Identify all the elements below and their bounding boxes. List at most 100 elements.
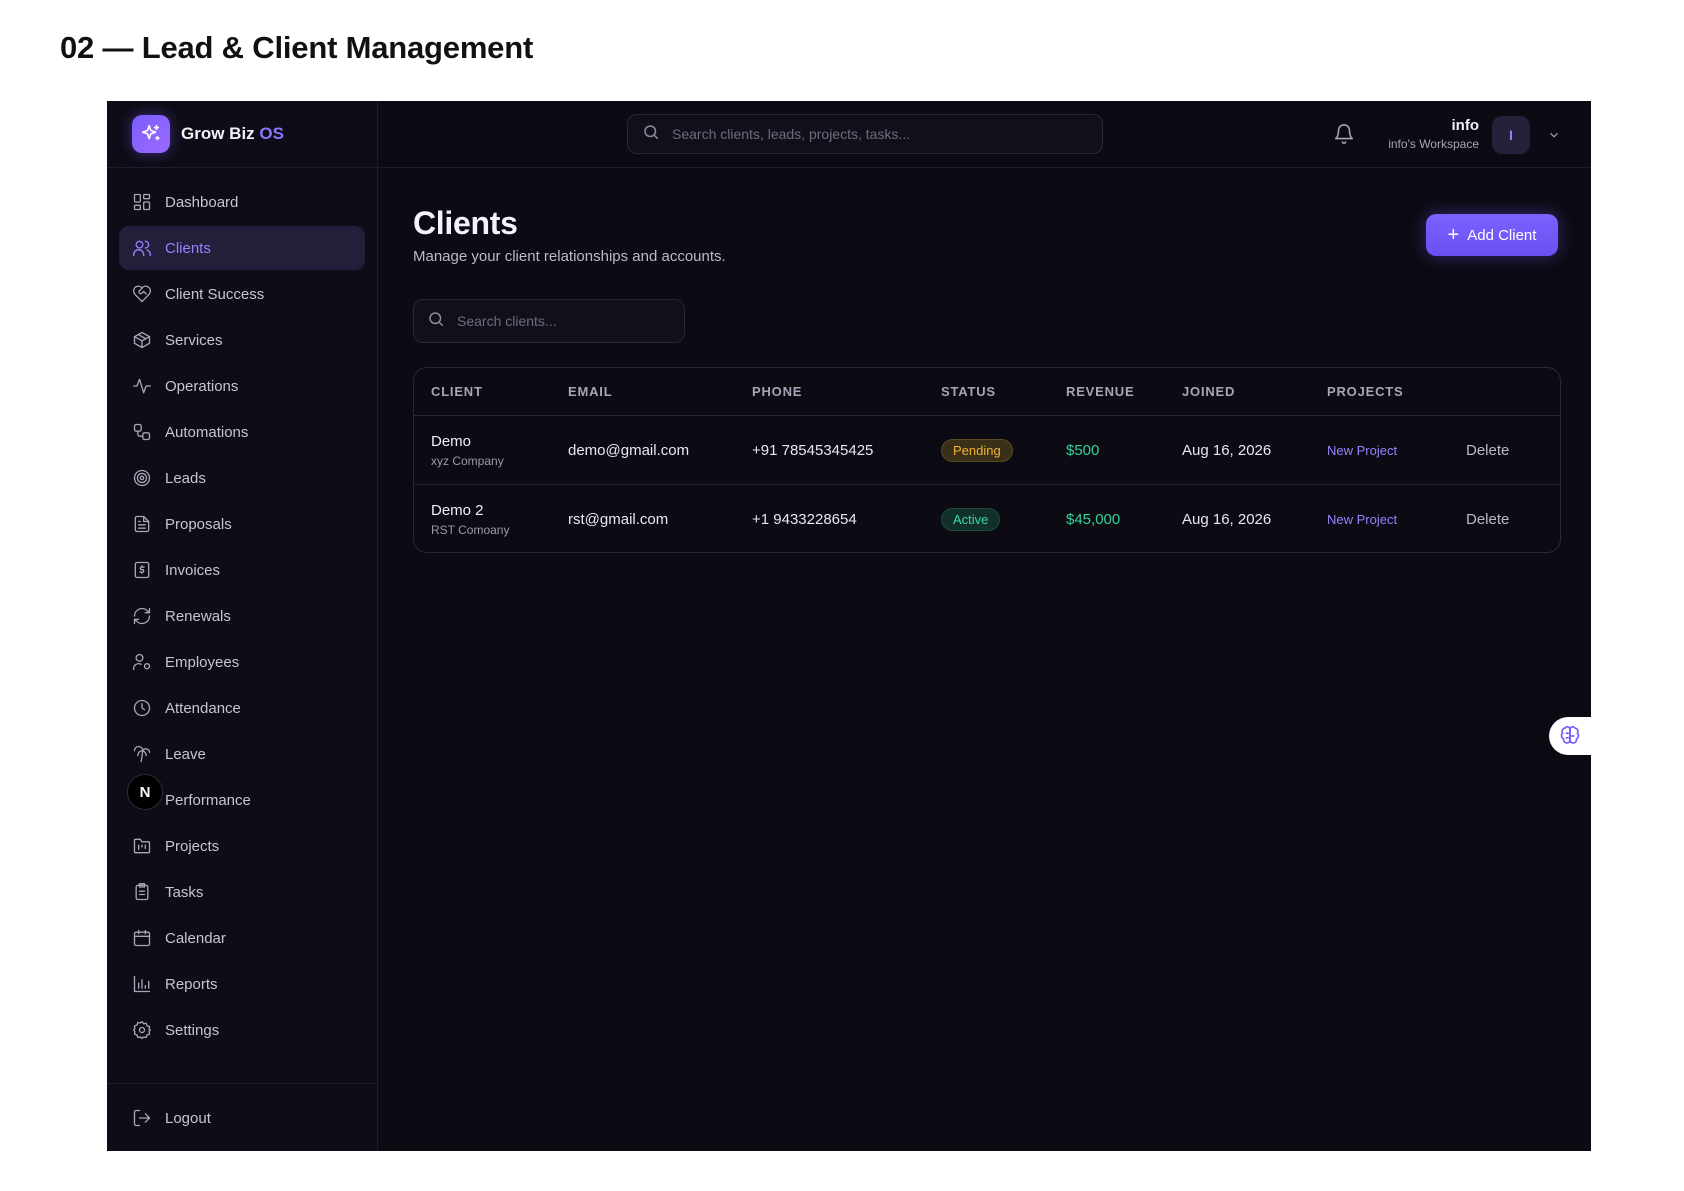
calendar-icon: [131, 927, 153, 949]
sparkle-icon: [132, 115, 170, 153]
user-name: info: [1451, 117, 1480, 134]
add-client-button[interactable]: + Add Client: [1426, 214, 1558, 256]
table-row[interactable]: Demo 2 RST Comoany rst@gmail.com +1 9433…: [414, 485, 1560, 552]
sidebar-item-projects[interactable]: Projects: [119, 824, 365, 868]
palm-tree-icon: [131, 743, 153, 765]
sidebar-item-clients[interactable]: Clients: [119, 226, 365, 270]
global-search[interactable]: [627, 114, 1103, 154]
dashboard-icon: [131, 191, 153, 213]
client-search-input[interactable]: [457, 313, 677, 329]
logout-button[interactable]: Logout: [119, 1096, 366, 1140]
sidebar-item-invoices[interactable]: Invoices: [119, 548, 365, 592]
sidebar-item-dashboard[interactable]: Dashboard: [119, 180, 365, 224]
brain-icon: [1560, 726, 1580, 744]
column-header: STATUS: [941, 384, 996, 399]
sidebar-item-employees[interactable]: Employees: [119, 640, 365, 684]
sidebar-item-proposals[interactable]: Proposals: [119, 502, 365, 546]
client-phone: +91 78545345425: [752, 441, 874, 459]
search-icon: [427, 310, 445, 333]
sidebar-item-services[interactable]: Services: [119, 318, 365, 362]
sidebar-item-operations[interactable]: Operations: [119, 364, 365, 408]
sidebar-item-label: Leads: [165, 469, 206, 487]
global-search-input[interactable]: [672, 126, 1072, 142]
sidebar-item-label: Reports: [165, 975, 218, 993]
main-content: Clients Manage your client relationships…: [378, 168, 1591, 1151]
logout-icon: [131, 1107, 153, 1129]
sidebar-item-label: Services: [165, 331, 223, 349]
client-revenue: $500: [1066, 441, 1100, 459]
sidebar-item-reports[interactable]: Reports: [119, 962, 365, 1006]
sidebar-item-leads[interactable]: Leads: [119, 456, 365, 500]
user-info[interactable]: info info's Workspace: [1388, 117, 1479, 151]
sidebar-item-settings[interactable]: Settings: [119, 1008, 365, 1052]
client-phone: +1 9433228654: [752, 511, 857, 528]
delete-button[interactable]: Delete: [1466, 442, 1509, 459]
brand-accent: OS: [259, 124, 284, 143]
client-joined: Aug 16, 2026: [1182, 511, 1272, 528]
new-project-link[interactable]: New Project: [1327, 512, 1397, 527]
chevron-down-icon[interactable]: [1547, 128, 1561, 147]
column-header: JOINED: [1182, 384, 1236, 399]
refresh-icon: [131, 605, 153, 627]
activity-icon: [131, 375, 153, 397]
status-badge: Active: [941, 508, 1001, 531]
app-window: Grow Biz OS Dashboard Clients Client Suc…: [107, 101, 1591, 1151]
ai-assistant-button[interactable]: [1549, 717, 1591, 755]
logout-label: Logout: [165, 1109, 211, 1127]
sidebar-item-label: Clients: [165, 239, 211, 257]
column-header: PROJECTS: [1327, 384, 1404, 399]
column-header: CLIENT: [431, 384, 483, 399]
sidebar-item-label: Attendance: [165, 699, 241, 717]
clipboard-list-icon: [131, 881, 153, 903]
sidebar-item-label: Settings: [165, 1021, 220, 1039]
sidebar-nav: Dashboard Clients Client Success Service…: [107, 168, 377, 1052]
sidebar-item-label: Invoices: [165, 561, 221, 579]
client-email: rst@gmail.com: [568, 511, 669, 528]
plus-icon: +: [1447, 224, 1460, 246]
brand-name: Grow Biz: [181, 124, 255, 143]
page-title: Clients: [413, 205, 518, 241]
sidebar-item-automations[interactable]: Automations: [119, 410, 365, 454]
n-badge[interactable]: N: [127, 774, 163, 810]
folder-kanban-icon: [131, 835, 153, 857]
column-header: PHONE: [752, 384, 803, 399]
sidebar-item-performance[interactable]: N Performance: [119, 774, 365, 822]
sidebar-item-client-success[interactable]: Client Success: [119, 272, 365, 316]
document-title: 02 — Lead & Client Management: [60, 30, 534, 65]
sidebar-item-calendar[interactable]: Calendar: [119, 916, 365, 960]
clients-table: CLIENT EMAIL PHONE STATUS REVENUE JOINED…: [413, 367, 1561, 553]
receipt-icon: [131, 559, 153, 581]
sidebar-item-label: Renewals: [165, 607, 231, 625]
client-company: RST Comoany: [431, 523, 510, 537]
client-search[interactable]: [413, 299, 685, 343]
client-name: Demo 2: [431, 502, 484, 519]
users-icon: [131, 237, 153, 259]
sidebar-item-label: Client Success: [165, 285, 265, 303]
sidebar-item-label: Operations: [165, 377, 239, 395]
sidebar: Grow Biz OS Dashboard Clients Client Suc…: [107, 101, 378, 1151]
client-joined: Aug 16, 2026: [1182, 441, 1272, 459]
sidebar-item-tasks[interactable]: Tasks: [119, 870, 365, 914]
avatar[interactable]: I: [1492, 116, 1530, 154]
brand[interactable]: Grow Biz OS: [107, 101, 377, 168]
sidebar-item-label: Employees: [165, 653, 240, 671]
column-header: EMAIL: [568, 384, 613, 399]
new-project-link[interactable]: New Project: [1327, 443, 1397, 458]
table-row[interactable]: Demo xyz Company demo@gmail.com +91 7854…: [414, 416, 1560, 485]
clock-icon: [131, 697, 153, 719]
sidebar-item-label: Projects: [165, 837, 220, 855]
sidebar-item-leave[interactable]: Leave: [119, 732, 365, 776]
package-icon: [131, 329, 153, 351]
add-client-label: Add Client: [1467, 226, 1537, 244]
sidebar-item-label: Calendar: [165, 929, 226, 947]
client-name: Demo: [431, 432, 472, 450]
target-icon: [131, 467, 153, 489]
sidebar-item-label: Proposals: [165, 515, 232, 533]
bell-icon[interactable]: [1333, 123, 1357, 147]
gear-icon: [131, 1019, 153, 1041]
sidebar-item-attendance[interactable]: Attendance: [119, 686, 365, 730]
sidebar-item-label: Automations: [165, 423, 249, 441]
delete-button[interactable]: Delete: [1466, 511, 1509, 528]
sidebar-item-renewals[interactable]: Renewals: [119, 594, 365, 638]
column-header: REVENUE: [1066, 384, 1135, 399]
